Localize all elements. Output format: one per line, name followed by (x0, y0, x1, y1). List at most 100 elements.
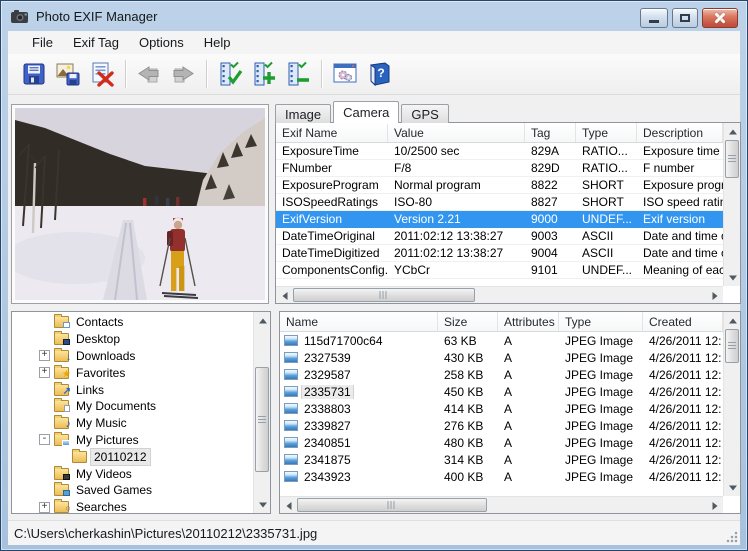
file-row[interactable]: 2341875 314 KBAJPEG Image4/26/2011 12: (280, 451, 723, 468)
resize-grip-icon[interactable] (725, 530, 738, 543)
minimize-button[interactable] (640, 8, 668, 28)
column-header[interactable]: Value (388, 123, 525, 142)
tree-item-searches[interactable]: + Searches (12, 499, 253, 513)
exif-vertical-scrollbar[interactable] (723, 123, 740, 286)
scroll-down-button[interactable] (724, 479, 741, 496)
file-row[interactable]: 2339827 276 KBAJPEG Image4/26/2011 12: (280, 417, 723, 434)
file-horizontal-scrollbar[interactable] (280, 496, 723, 513)
menu-exif-tag[interactable]: Exif Tag (63, 33, 129, 52)
scroll-thumb[interactable] (725, 329, 739, 363)
tree-item-my-documents[interactable]: My Documents (12, 398, 253, 415)
scroll-up-button[interactable] (254, 312, 271, 329)
exif-row[interactable]: FNumberF/8829DRATIO...F number (276, 160, 723, 177)
tab-camera[interactable]: Camera (333, 101, 399, 123)
folder-tree: Contacts Desktop + Downloads + Favorites… (12, 314, 253, 513)
column-header[interactable]: Created (643, 312, 723, 331)
right-arrow-icon (712, 502, 717, 510)
file-vertical-scrollbar[interactable] (723, 312, 740, 496)
back-button[interactable] (132, 57, 166, 91)
tree-vertical-scrollbar[interactable] (253, 312, 270, 513)
save-image-button[interactable] (51, 57, 85, 91)
scroll-down-button[interactable] (254, 496, 271, 513)
tree-item-links[interactable]: Links (12, 381, 253, 398)
image-file-icon (284, 335, 298, 346)
tree-item-saved-games[interactable]: Saved Games (12, 482, 253, 499)
close-button[interactable] (702, 8, 738, 28)
tab-image[interactable]: Image (275, 104, 331, 123)
column-header[interactable]: Size (438, 312, 498, 331)
scroll-right-button[interactable] (706, 287, 723, 304)
tree-item-downloads[interactable]: + Downloads (12, 348, 253, 365)
tree-item-20110212[interactable]: 20110212 (12, 448, 253, 465)
documents-folder-icon (54, 400, 69, 412)
scroll-thumb[interactable] (297, 498, 487, 512)
column-header[interactable]: Exif Name (276, 123, 388, 142)
music-note-icon (66, 419, 72, 430)
right-arrow-icon (712, 292, 717, 300)
exif-row[interactable]: ExposureTime10/2500 sec829ARATIO...Expos… (276, 143, 723, 160)
file-row[interactable]: 2338803 414 KBAJPEG Image4/26/2011 12: (280, 400, 723, 417)
exif-horizontal-scrollbar[interactable] (276, 286, 723, 303)
exif-row[interactable]: DateTimeDigitized2011:02:12 13:38:279004… (276, 245, 723, 262)
expand-toggle[interactable]: + (39, 350, 50, 361)
file-row[interactable]: 2327539 430 KBAJPEG Image4/26/2011 12: (280, 349, 723, 366)
scroll-right-button[interactable] (706, 497, 723, 514)
scroll-thumb[interactable] (255, 367, 269, 472)
scroll-thumb[interactable] (725, 140, 739, 178)
scroll-up-button[interactable] (724, 312, 741, 329)
expand-toggle[interactable]: + (39, 502, 50, 513)
options-button[interactable] (328, 57, 362, 91)
menu-help[interactable]: Help (194, 33, 241, 52)
exif-row[interactable]: ISOSpeedRatingsISO-808827SHORTISO speed … (276, 194, 723, 211)
image-file-icon (284, 471, 298, 482)
file-row[interactable]: 2329587 258 KBAJPEG Image4/26/2011 12: (280, 366, 723, 383)
tree-item-desktop[interactable]: Desktop (12, 331, 253, 348)
forward-button[interactable] (166, 57, 200, 91)
file-size: 450 KB (438, 385, 498, 399)
help-button[interactable]: ? (362, 57, 396, 91)
exif-row[interactable]: ExposureProgramNormal program8822SHORTEx… (276, 177, 723, 194)
scroll-thumb[interactable] (293, 288, 475, 302)
exif-row[interactable]: DateTimeOriginal2011:02:12 13:38:279003A… (276, 228, 723, 245)
delete-exif-list-button[interactable] (85, 57, 119, 91)
exif-row-selected[interactable]: ExifVersionVersion 2.219000UNDEF...Exif … (276, 211, 723, 228)
file-size: 63 KB (438, 334, 498, 348)
tree-item-my-videos[interactable]: My Videos (12, 465, 253, 482)
exif-desc-cell: Exposure time (637, 144, 723, 158)
title-bar[interactable]: Photo EXIF Manager (1, 1, 747, 31)
exif-row[interactable]: ComponentsConfig...YCbCr9101UNDEF...Mean… (276, 262, 723, 279)
expand-toggle[interactable]: + (39, 367, 50, 378)
scroll-down-button[interactable] (724, 269, 741, 286)
column-header[interactable]: Name (280, 312, 438, 331)
file-row-selected[interactable]: 2335731 450 KBAJPEG Image4/26/2011 12: (280, 383, 723, 400)
exif-tag-check-button[interactable] (213, 57, 247, 91)
scroll-up-button[interactable] (724, 123, 741, 140)
file-created: 4/26/2011 12: (643, 453, 723, 467)
column-header[interactable]: Attributes (498, 312, 559, 331)
file-row[interactable]: 2343923 400 KBAJPEG Image4/26/2011 12: (280, 468, 723, 485)
maximize-button[interactable] (672, 8, 698, 28)
column-header[interactable]: Type (576, 123, 637, 142)
exif-tag-remove-button[interactable] (281, 57, 315, 91)
file-size: 400 KB (438, 470, 498, 484)
file-row[interactable]: 2340851 480 KBAJPEG Image4/26/2011 12: (280, 434, 723, 451)
magnifier-icon (66, 503, 71, 513)
exif-type-cell: UNDEF... (576, 263, 637, 277)
tree-item-my-pictures[interactable]: - My Pictures (12, 432, 253, 449)
tree-item-my-music[interactable]: My Music (12, 415, 253, 432)
column-header[interactable]: Tag (525, 123, 576, 142)
scroll-left-button[interactable] (280, 497, 297, 514)
tab-gps[interactable]: GPS (401, 104, 448, 123)
menu-file[interactable]: File (22, 33, 63, 52)
menu-options[interactable]: Options (129, 33, 194, 52)
file-row[interactable]: 115d71700c64 63 KBAJPEG Image4/26/2011 1… (280, 332, 723, 349)
tree-item-favorites[interactable]: + Favorites (12, 364, 253, 381)
scroll-left-button[interactable] (276, 287, 293, 304)
expand-toggle[interactable]: - (39, 434, 50, 445)
column-header[interactable]: Description (637, 123, 723, 142)
tree-item-contacts[interactable]: Contacts (12, 314, 253, 331)
column-header[interactable]: Type (559, 312, 643, 331)
exif-tag-add-button[interactable] (247, 57, 281, 91)
file-created: 4/26/2011 12: (643, 334, 723, 348)
save-button[interactable] (17, 57, 51, 91)
